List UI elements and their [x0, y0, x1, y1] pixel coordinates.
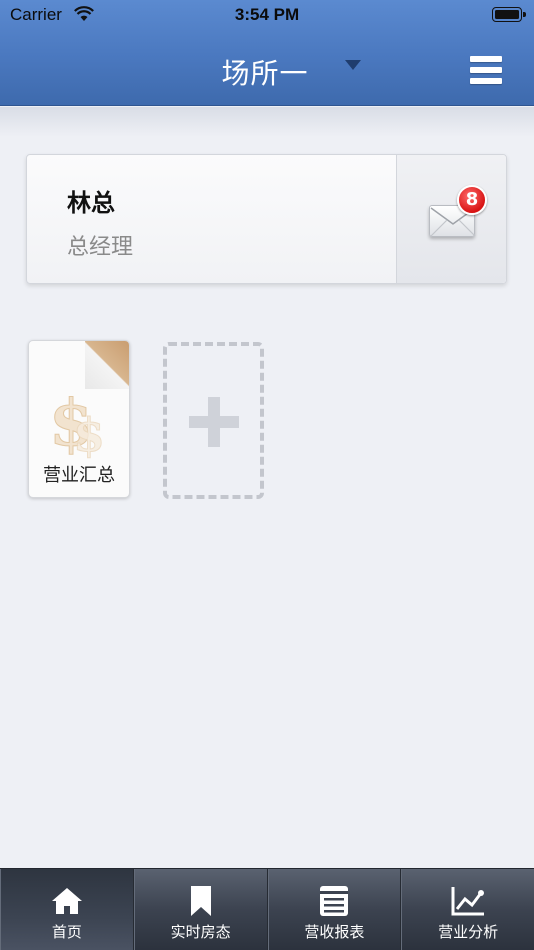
- tab-label: 营业分析: [438, 923, 499, 941]
- bookmark-icon: [190, 886, 211, 916]
- user-card: 林总 总经理 8: [26, 154, 507, 284]
- report-icon: [320, 886, 349, 916]
- line-chart-icon: [451, 887, 485, 916]
- home-icon: [51, 888, 82, 914]
- content-top-shade: [0, 107, 534, 137]
- tab-label: 营收报表: [304, 923, 365, 941]
- battery-icon: [492, 7, 526, 22]
- tab-home[interactable]: 首页: [0, 869, 134, 950]
- navigation-bar: Carrier 3:54 PM 场所一: [0, 0, 534, 106]
- status-time: 3:54 PM: [234, 5, 300, 24]
- user-name: 林总: [67, 189, 115, 217]
- tab-revenue-report[interactable]: 营收报表: [267, 869, 402, 950]
- tab-realtime-room-status[interactable]: 实时房态: [133, 869, 268, 950]
- tab-business-analysis[interactable]: 营业分析: [401, 869, 534, 950]
- tab-label: 首页: [51, 923, 82, 941]
- status-bar: Carrier 3:54 PM: [0, 0, 534, 30]
- add-tile-button[interactable]: [163, 342, 264, 499]
- svg-text:$: $: [73, 408, 105, 459]
- tab-label: 实时房态: [170, 923, 231, 941]
- tab-bar: 首页 实时房态 营收报表 营业分析: [0, 868, 534, 950]
- tile-label: 营业汇总: [43, 465, 115, 486]
- venue-dropdown-caret-icon[interactable]: [345, 60, 361, 70]
- user-role: 总经理: [67, 235, 134, 260]
- venue-title[interactable]: 场所一: [200, 52, 330, 92]
- hamburger-menu-icon[interactable]: [470, 56, 502, 86]
- tile-revenue-summary[interactable]: $ $ 营业汇总: [28, 340, 130, 498]
- messages-button[interactable]: 8: [396, 155, 506, 283]
- dollar-document-icon: $ $: [49, 386, 106, 460]
- unread-badge: 8: [457, 185, 487, 215]
